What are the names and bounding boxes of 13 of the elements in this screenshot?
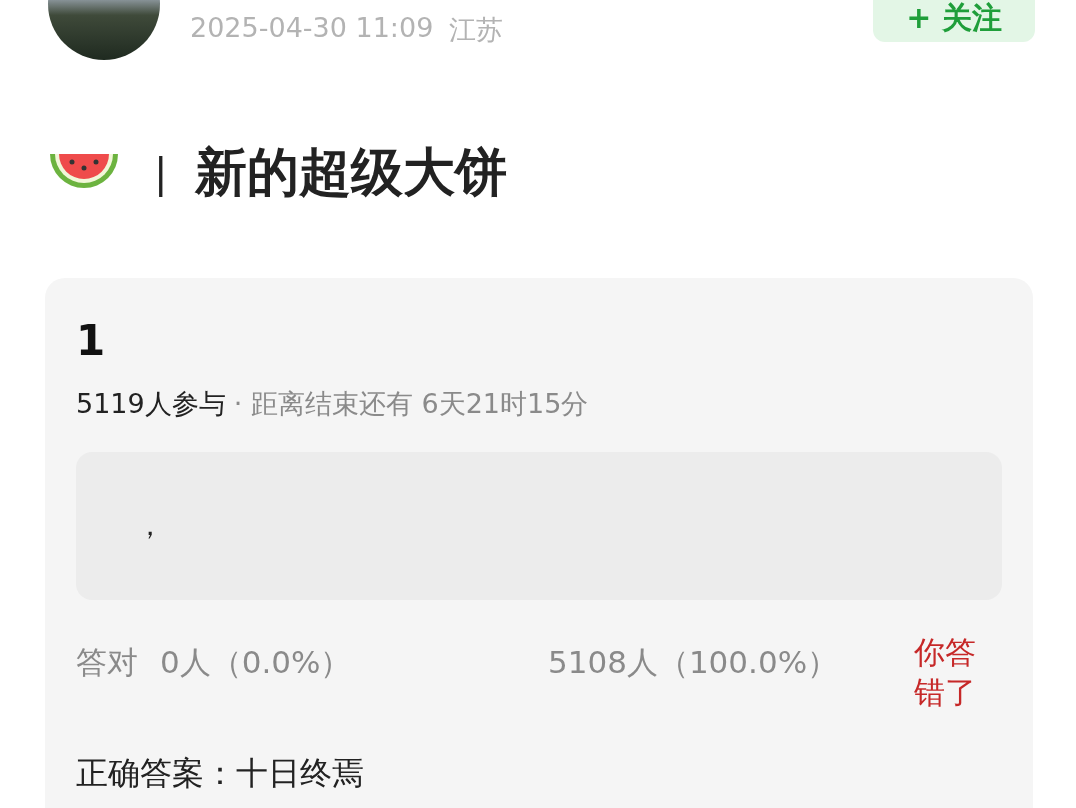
- post-location: 江苏: [449, 13, 504, 47]
- post-title: 新的超级大饼: [195, 141, 508, 204]
- correct-answer: 正确答案：十日终焉: [76, 753, 365, 794]
- participant-count: 5119人参与: [76, 387, 226, 421]
- title-separator: |: [154, 150, 168, 196]
- wrong-count: 5108人（100.0%）: [548, 643, 840, 682]
- time-remaining: · 距离结束还有 6天21时15分: [233, 387, 589, 421]
- answer-option[interactable]: ，: [76, 452, 1002, 600]
- correct-count: 0人（0.0%）: [160, 643, 353, 682]
- quiz-number: 1: [76, 316, 107, 366]
- result-text: 你答错了: [914, 633, 977, 712]
- post-timestamp: 2025-04-30 11:09: [190, 12, 434, 45]
- correct-label: 答对: [76, 643, 138, 682]
